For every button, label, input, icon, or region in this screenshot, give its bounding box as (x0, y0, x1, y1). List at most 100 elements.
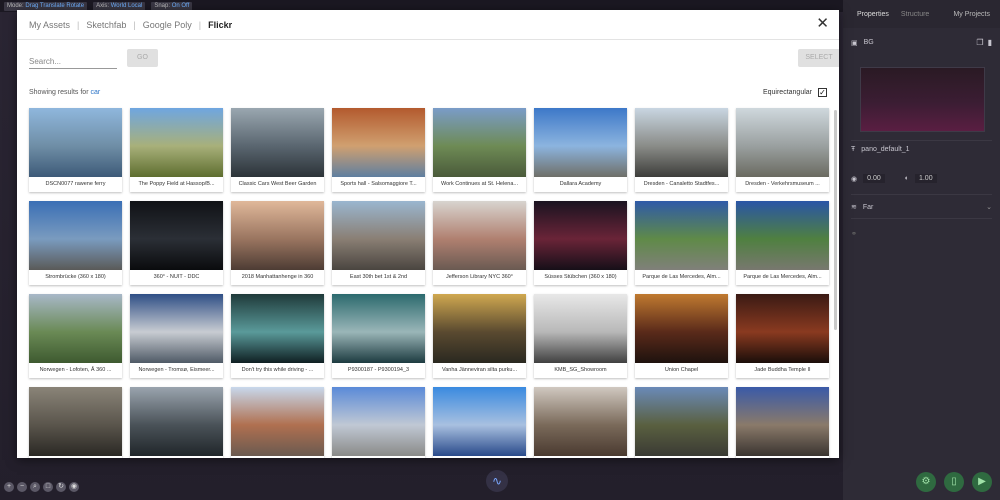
activity-icon[interactable]: ∿ (486, 470, 508, 492)
result-card[interactable]: Vanha Jänneviran silta purku... (433, 294, 526, 378)
result-caption: Dresden - Verkehrsmuseum ... (745, 181, 820, 187)
value-a-field[interactable]: 0.00 (863, 174, 885, 183)
result-card[interactable]: Strombrücke (360 x 180) (29, 201, 122, 285)
values-row: ◉ 0.00 ◐ 1.00 (851, 174, 992, 183)
panorama-thumbnail (534, 108, 627, 177)
result-card[interactable] (231, 387, 324, 458)
divider (851, 218, 992, 219)
results-summary: Showing results for car (29, 89, 100, 96)
panorama-thumbnail (635, 387, 728, 456)
result-caption: Jefferson Library NYC 360° (446, 274, 513, 280)
result-card[interactable]: East 30th bet 1st & 2nd (332, 201, 425, 285)
panorama-thumbnail (29, 294, 122, 363)
result-card[interactable]: Sports hall - Salsomaggiore T... (332, 108, 425, 192)
result-caption (534, 456, 627, 458)
rotate-icon[interactable]: ↻ (56, 482, 66, 492)
result-card[interactable] (635, 387, 728, 458)
panorama-thumbnail (231, 294, 324, 363)
result-card[interactable] (534, 387, 627, 458)
value-b-field[interactable]: 1.00 (914, 174, 937, 183)
panorama-thumbnail (736, 294, 829, 363)
panorama-thumbnail (29, 387, 122, 456)
close-icon[interactable]: ✕ (816, 16, 829, 32)
search-input[interactable] (29, 55, 117, 69)
result-caption (433, 456, 526, 458)
result-card[interactable]: Work Continues at St. Helena... (433, 108, 526, 192)
result-card[interactable]: Don't try this while driving - ... (231, 294, 324, 378)
result-card[interactable]: Dallara Academy (534, 108, 627, 192)
my-projects-link[interactable]: My Projects (953, 11, 990, 18)
copy-icon[interactable]: ❐ (976, 38, 983, 47)
background-preview[interactable] (860, 67, 985, 132)
delete-icon[interactable]: ▮ (988, 38, 992, 47)
panorama-thumbnail (130, 387, 223, 456)
result-caption: Norwegen - Tromsø, Eismeer... (138, 367, 215, 373)
fit-icon[interactable]: □ (43, 482, 53, 492)
result-caption: Dallara Academy (559, 181, 602, 187)
phone-icon[interactable]: ▯ (944, 472, 964, 492)
tab-google-poly[interactable]: Google Poly (143, 20, 192, 30)
divider (851, 140, 992, 141)
result-card[interactable]: Classic Cars West Beer Garden (231, 108, 324, 192)
result-caption: 2018 Manhattanhenge in 360 (241, 274, 314, 280)
search-icon[interactable]: ⌕ (30, 482, 40, 492)
tab-my-assets[interactable]: My Assets (29, 20, 70, 30)
select-button[interactable]: SELECT (798, 49, 839, 67)
result-card[interactable]: KMB_SG_Showroom (534, 294, 627, 378)
tab-flickr[interactable]: Flickr (208, 20, 232, 30)
result-caption: Union Chapel (664, 367, 699, 373)
result-card[interactable] (130, 387, 223, 458)
bg-label: BG (863, 39, 874, 46)
result-caption (29, 456, 122, 458)
panorama-thumbnail (433, 387, 526, 456)
result-card[interactable]: P9300187 - P9300194_3 (332, 294, 425, 378)
result-card[interactable]: 2018 Manhattanhenge in 360 (231, 201, 324, 285)
tab-structure[interactable]: Structure (901, 11, 929, 18)
result-card[interactable] (433, 387, 526, 458)
result-card[interactable] (332, 387, 425, 458)
panel-actions: ⚙ ▯ ▶ (916, 472, 992, 492)
tab-separator: | (133, 19, 136, 30)
results-grid: DSCN0077 rawene ferry The Poppy Field at … (29, 108, 829, 458)
result-card[interactable]: Parque de Las Mercedes, Alm... (736, 201, 829, 285)
far-dropdown[interactable]: ≋ Far ⌄ (851, 203, 992, 212)
panorama-thumbnail (635, 294, 728, 363)
result-card[interactable]: 360° - NUIT - DDC (130, 201, 223, 285)
zoom-in-icon[interactable]: + (4, 482, 14, 492)
settings-icon[interactable]: ⚙ (916, 472, 936, 492)
result-card[interactable]: Süsses Stübchen (360 x 180) (534, 201, 627, 285)
result-card[interactable]: Dresden - Canaletto Stadtfes... (635, 108, 728, 192)
result-card[interactable] (29, 387, 122, 458)
result-card[interactable]: Union Chapel (635, 294, 728, 378)
result-caption (635, 456, 728, 458)
result-card[interactable]: Norwegen - Tromsø, Eismeer... (130, 294, 223, 378)
result-card[interactable]: DSCN0077 rawene ferry (29, 108, 122, 192)
pano-name: pano_default_1 (861, 146, 910, 153)
tab-properties[interactable]: Properties (857, 11, 889, 18)
chevron-down-icon: ⌄ (986, 204, 992, 211)
zoom-out-icon[interactable]: − (17, 482, 27, 492)
panorama-thumbnail (29, 201, 122, 270)
go-button[interactable]: GO (127, 49, 158, 67)
result-caption: Parque de Las Mercedes, Alm... (743, 274, 822, 280)
result-card[interactable]: The Poppy Field at Hassop/B... (130, 108, 223, 192)
camera-icon[interactable]: ◉ (69, 482, 79, 492)
result-caption: Süsses Stübchen (360 x 180) (544, 274, 617, 280)
pano-row: Ŧ pano_default_1 (851, 146, 992, 153)
panorama-thumbnail (332, 294, 425, 363)
result-card[interactable]: Jefferson Library NYC 360° (433, 201, 526, 285)
tab-sketchfab[interactable]: Sketchfab (86, 20, 126, 30)
result-caption: East 30th bet 1st & 2nd (349, 274, 408, 280)
result-card[interactable] (736, 387, 829, 458)
result-card[interactable]: Parque de Las Mercedes, Alm... (635, 201, 728, 285)
far-label: Far (862, 203, 874, 211)
result-caption: Work Continues at St. Helena... (441, 181, 518, 187)
scrollbar[interactable] (834, 110, 837, 330)
result-caption (130, 456, 223, 458)
panorama-thumbnail (736, 387, 829, 456)
result-card[interactable]: Jade Buddha Temple II (736, 294, 829, 378)
equirectangular-checkbox[interactable]: ✓ (818, 88, 827, 97)
result-card[interactable]: Dresden - Verkehrsmuseum ... (736, 108, 829, 192)
result-card[interactable]: Norwegen - Lofoten, Å 360 ... (29, 294, 122, 378)
play-icon[interactable]: ▶ (972, 472, 992, 492)
